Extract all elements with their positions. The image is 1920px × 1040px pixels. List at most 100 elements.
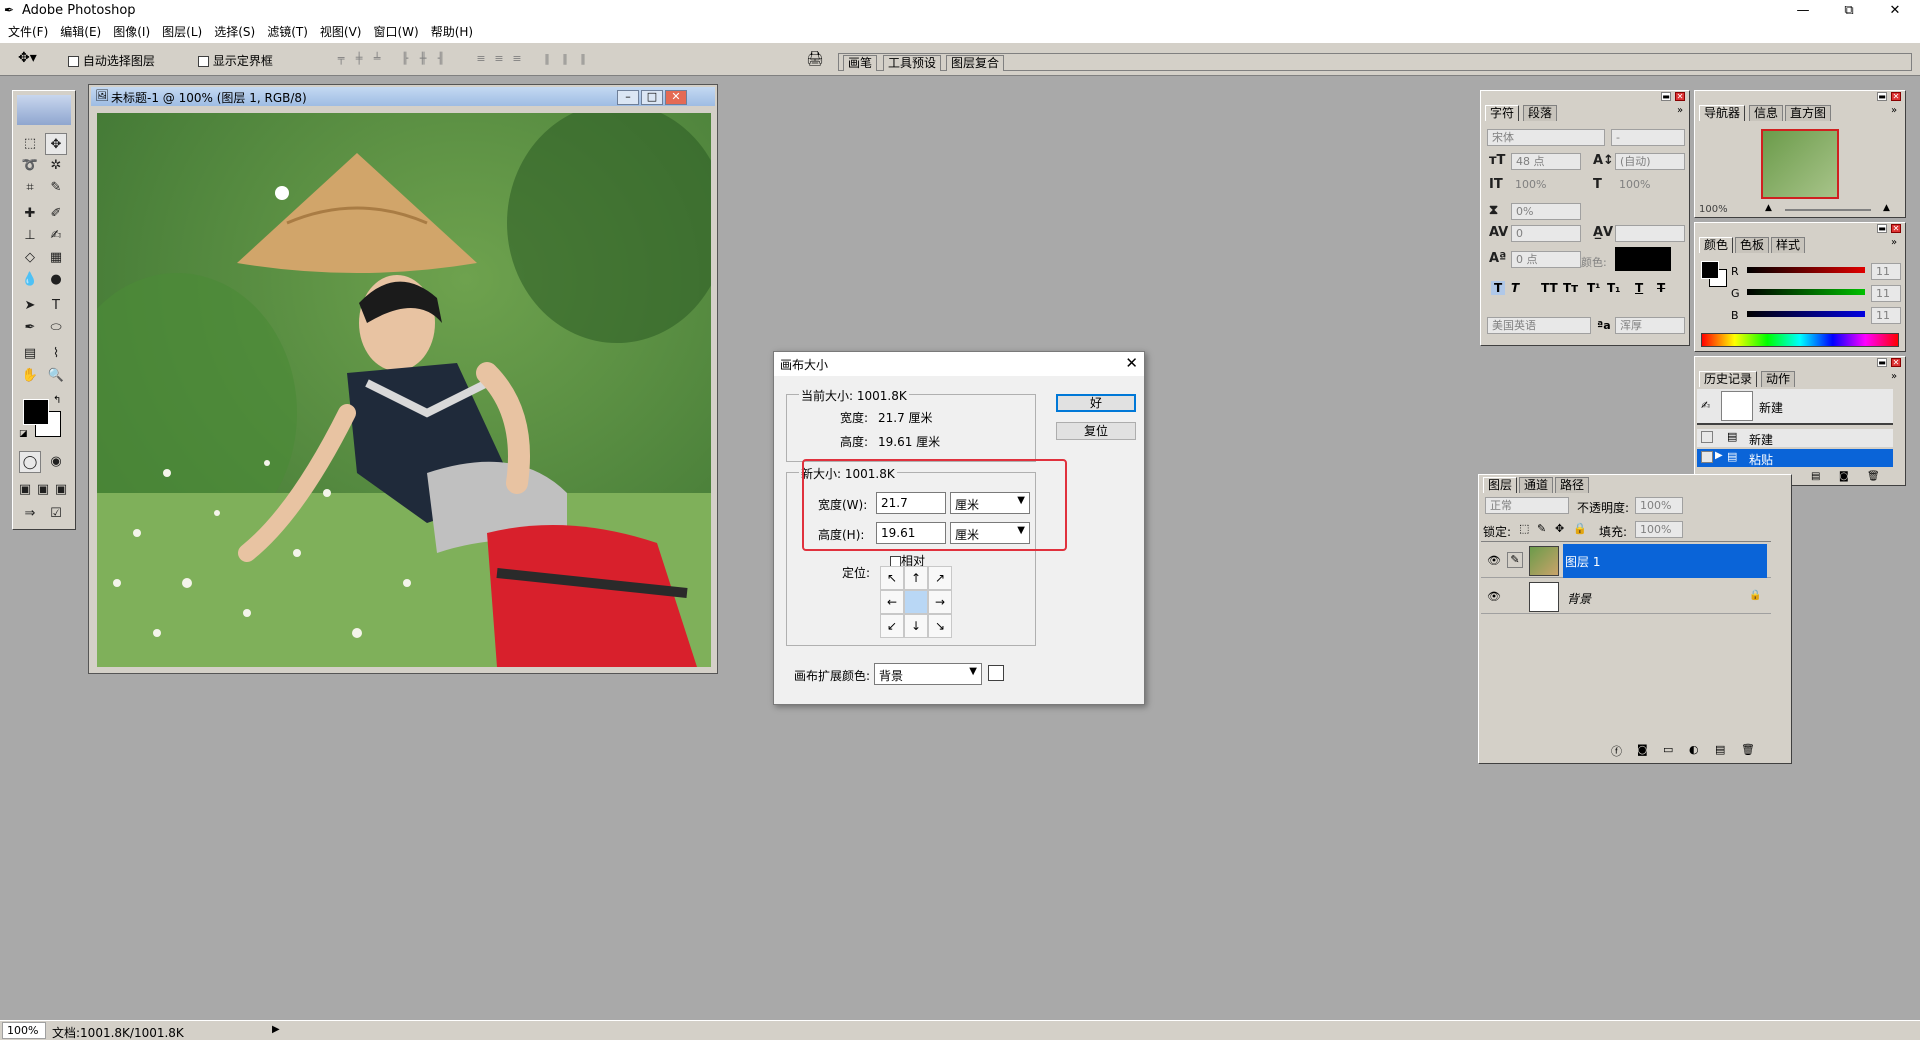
panel-minimize-icon[interactable]: ▬ (1877, 92, 1887, 101)
panel-menu-icon[interactable]: » (1891, 237, 1897, 248)
leading-field[interactable]: (自动) (1615, 153, 1685, 170)
magic-wand-tool-icon[interactable]: ✲ (45, 155, 67, 177)
all-caps-icon[interactable]: TT (1541, 281, 1558, 295)
faux-italic-icon[interactable]: T (1511, 281, 1519, 295)
anchor-top-right[interactable]: ↗ (928, 566, 952, 590)
kerning-field[interactable]: 0 (1511, 225, 1581, 242)
document-minimize-button[interactable]: – (617, 90, 639, 105)
menu-select[interactable]: 选择(S) (208, 22, 261, 42)
vertical-scale-field[interactable]: 100% (1511, 177, 1581, 194)
tsume-field[interactable]: 0% (1511, 203, 1581, 220)
distribute-bottom-icon[interactable]: ≡ (510, 53, 524, 65)
anchor-right[interactable]: → (928, 590, 952, 614)
menu-image[interactable]: 图像(I) (107, 22, 156, 42)
panel-close-icon[interactable]: ✕ (1891, 92, 1901, 101)
distribute-right-icon[interactable]: ‖ (576, 53, 590, 65)
adjustment-layer-icon[interactable]: ◐ (1689, 743, 1699, 756)
lock-position-icon[interactable]: ✥ (1555, 522, 1564, 535)
layer-row-1[interactable]: 👁 ✎ 图层 1 (1481, 544, 1771, 578)
edit-in-imageready-icon[interactable]: ☑ (45, 503, 67, 525)
canvas-photo[interactable] (97, 113, 711, 667)
anchor-left[interactable]: ← (880, 590, 904, 614)
auto-select-layer-checkbox[interactable]: 自动选择图层 (68, 52, 155, 69)
panel-menu-icon[interactable]: » (1677, 105, 1683, 116)
distribute-hcenter-icon[interactable]: ‖ (558, 53, 572, 65)
lock-pixels-icon[interactable]: ✎ (1537, 522, 1546, 535)
document-close-button[interactable]: ✕ (665, 90, 687, 105)
new-document-from-state-icon[interactable]: ▤ (1811, 471, 1820, 482)
font-size-field[interactable]: 48 点 (1511, 153, 1581, 170)
reset-button[interactable]: 复位 (1056, 422, 1136, 440)
eraser-tool-icon[interactable]: ◇ (19, 247, 41, 269)
tab-histogram[interactable]: 直方图 (1785, 105, 1832, 121)
zoom-slider[interactable] (1785, 209, 1871, 211)
crop-tool-icon[interactable]: ⌗ (19, 177, 41, 199)
dialog-title-bar[interactable]: 画布大小 ✕ (774, 352, 1144, 376)
hand-tool-icon[interactable]: ✋ (19, 365, 41, 387)
extension-color-select[interactable]: 背景 ▼ (874, 663, 982, 685)
well-tab-layer-comps[interactable]: 图层复合 (946, 55, 1005, 71)
align-bottom-icon[interactable]: ╧ (370, 53, 384, 65)
underline-icon[interactable]: T (1635, 281, 1643, 295)
quick-mask-mode-icon[interactable]: ◉ (45, 451, 67, 473)
navigator-thumbnail[interactable] (1761, 129, 1839, 199)
tab-history[interactable]: 历史记录 (1699, 371, 1758, 387)
marquee-tool-icon[interactable]: ⬚ (19, 133, 41, 155)
horizontal-scale-field[interactable]: 100% (1615, 177, 1685, 194)
baseline-shift-field[interactable]: 0 点 (1511, 251, 1581, 268)
layer-mask-icon[interactable]: ◙ (1637, 743, 1648, 756)
brush-tool-icon[interactable]: ✐ (45, 203, 67, 225)
panel-minimize-icon[interactable]: ▬ (1661, 92, 1671, 101)
dialog-close-icon[interactable]: ✕ (1125, 354, 1138, 372)
tab-paragraph[interactable]: 段落 (1523, 105, 1558, 121)
jump-to-imageready-icon[interactable]: ⇒ (19, 503, 41, 525)
anchor-center[interactable] (904, 590, 928, 614)
color-spectrum-bar[interactable] (1701, 333, 1899, 347)
anchor-bottom[interactable]: ↓ (904, 614, 928, 638)
status-zoom[interactable]: 100% (2, 1022, 46, 1039)
distribute-top-icon[interactable]: ≡ (474, 53, 488, 65)
tab-styles[interactable]: 样式 (1771, 237, 1806, 253)
standard-mode-icon[interactable]: ◯ (19, 451, 41, 473)
toolbox-header[interactable] (17, 95, 71, 125)
faux-bold-icon[interactable]: T (1491, 281, 1506, 295)
tab-channels[interactable]: 通道 (1519, 477, 1554, 493)
menu-edit[interactable]: 编辑(E) (54, 22, 107, 42)
screen-mode-menu-icon[interactable]: ▣ (35, 479, 51, 501)
move-tool-icon[interactable]: ✥▾ (18, 50, 37, 66)
history-item-selected[interactable]: ▶ ▤ 粘贴 (1697, 449, 1893, 467)
well-tab-tool-presets[interactable]: 工具预设 (883, 55, 942, 71)
show-bounding-box-checkbox[interactable]: 显示定界框 (198, 52, 273, 69)
lock-transparency-icon[interactable]: ⬚ (1519, 522, 1529, 535)
minimize-button[interactable]: — (1780, 0, 1826, 22)
lock-all-icon[interactable]: 🔒 (1573, 522, 1587, 535)
panel-close-icon[interactable]: ✕ (1675, 92, 1685, 101)
foreground-color-swatch[interactable] (23, 399, 49, 425)
anchor-bottom-left[interactable]: ↙ (880, 614, 904, 638)
swap-colors-icon[interactable]: ↰ (53, 395, 61, 406)
delete-layer-icon[interactable]: 🗑 (1741, 743, 1755, 756)
align-vcenter-icon[interactable]: ╪ (352, 53, 366, 65)
visibility-eye-icon[interactable]: 👁 (1487, 554, 1501, 567)
status-menu-arrow-icon[interactable]: ▶ (272, 1024, 280, 1035)
panel-minimize-icon[interactable]: ▬ (1877, 224, 1887, 233)
align-left-icon[interactable]: ╟ (398, 53, 412, 65)
ok-button[interactable]: 好 (1056, 394, 1136, 412)
clone-stamp-tool-icon[interactable]: ⊥ (19, 225, 41, 247)
channel-b-value[interactable]: 11 (1871, 307, 1901, 324)
small-caps-icon[interactable]: Tт (1563, 281, 1578, 295)
layer-style-icon[interactable]: ⓕ (1611, 743, 1622, 759)
channel-r-slider[interactable] (1747, 267, 1865, 273)
well-tab-brushes[interactable]: 画笔 (843, 55, 878, 71)
notes-tool-icon[interactable]: ▤ (19, 343, 41, 365)
default-colors-icon[interactable]: ◪ (19, 429, 28, 439)
menu-window[interactable]: 窗口(W) (367, 22, 424, 42)
opacity-field[interactable]: 100% (1635, 497, 1683, 514)
tab-paths[interactable]: 路径 (1555, 477, 1590, 493)
panel-close-icon[interactable]: ✕ (1891, 224, 1901, 233)
superscript-icon[interactable]: T¹ (1587, 281, 1600, 295)
blend-mode-select[interactable]: 正常 (1485, 497, 1569, 514)
panel-close-icon[interactable]: ✕ (1891, 358, 1901, 367)
path-selection-tool-icon[interactable]: ➤ (19, 295, 41, 317)
layer-name-cell[interactable]: 图层 1 (1563, 544, 1767, 578)
